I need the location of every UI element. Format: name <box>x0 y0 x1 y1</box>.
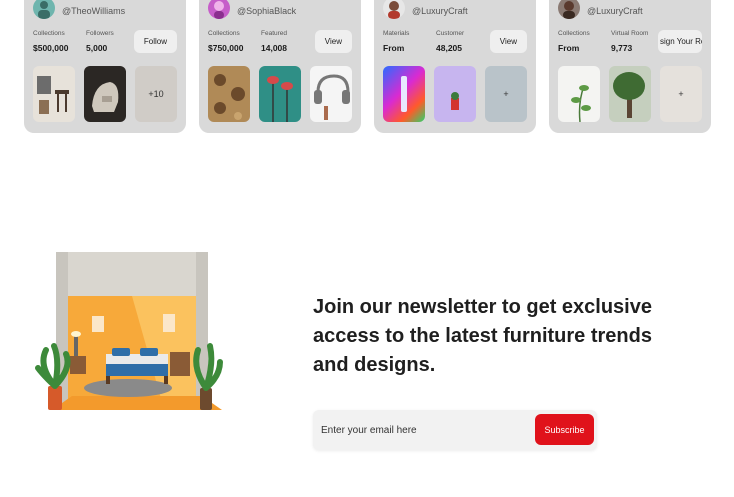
room-illustration <box>32 246 226 416</box>
view-button[interactable]: View <box>314 30 352 53</box>
stat-value: 48,205 <box>436 43 462 53</box>
avatar[interactable] <box>208 0 230 19</box>
follow-button[interactable]: Follow <box>133 30 177 53</box>
stat-label: Collections <box>33 30 65 37</box>
collection-thumbnail[interactable] <box>383 66 425 122</box>
more-count: + <box>678 89 684 99</box>
stat-label: Followers <box>86 30 114 37</box>
collection-thumbnail[interactable] <box>310 66 352 122</box>
newsletter-heading: Join our newsletter to get exclusive acc… <box>313 296 652 376</box>
collection-thumbnail[interactable] <box>609 66 651 122</box>
avatar[interactable] <box>558 0 580 19</box>
stat-value: 14,008 <box>261 43 287 53</box>
stat-value: $500,000 <box>33 43 69 53</box>
stat-label: Virtual Room <box>611 30 649 37</box>
collection-thumbnail[interactable] <box>84 66 126 122</box>
design-your-room-button[interactable]: sign Your Ro <box>658 30 702 53</box>
card-handle[interactable]: @LuxuryCraft <box>587 6 643 16</box>
stat-label: Collections <box>558 30 590 37</box>
designer-card[interactable]: @SophiaBlack Collections $750,000 Featur… <box>199 0 361 133</box>
card-handle[interactable]: @TheoWilliams <box>62 6 125 16</box>
stat-value: 9,773 <box>611 43 633 53</box>
stat-label: Collections <box>208 30 240 37</box>
more-thumbnails[interactable]: +10 <box>135 66 177 122</box>
stat-value: $750,000 <box>208 43 244 53</box>
stat-value: 5,000 <box>86 43 108 53</box>
newsletter-form: Subscribe <box>313 410 597 450</box>
stat-label: Featured <box>261 30 288 37</box>
avatar[interactable] <box>383 0 405 19</box>
view-button[interactable]: View <box>489 30 527 53</box>
more-thumbnails[interactable]: + <box>485 66 527 122</box>
designer-cards-row: @TheoWilliams Collections $500,000 Follo… <box>0 0 734 140</box>
collection-thumbnail[interactable] <box>208 66 250 122</box>
designer-card[interactable]: @LuxuryCraft Materials From Customer 48,… <box>374 0 536 133</box>
card-handle[interactable]: @SophiaBlack <box>237 6 296 16</box>
stat-label: Materials <box>383 30 410 37</box>
collection-thumbnail[interactable] <box>33 66 75 122</box>
card-handle[interactable]: @LuxuryCraft <box>412 6 468 16</box>
more-count: +10 <box>148 89 164 99</box>
more-thumbnails[interactable]: + <box>660 66 702 122</box>
avatar[interactable] <box>33 0 55 19</box>
collection-thumbnail[interactable] <box>259 66 301 122</box>
designer-card[interactable]: @LuxuryCraft Collections From Virtual Ro… <box>549 0 711 133</box>
email-input[interactable] <box>321 418 529 442</box>
collection-thumbnail[interactable] <box>558 66 600 122</box>
collection-thumbnail[interactable] <box>434 66 476 122</box>
stat-label: Customer <box>436 30 465 37</box>
stat-value: From <box>558 43 580 53</box>
designer-card[interactable]: @TheoWilliams Collections $500,000 Follo… <box>24 0 186 133</box>
subscribe-button[interactable]: Subscribe <box>535 414 594 445</box>
stat-value: From <box>383 43 405 53</box>
more-count: + <box>503 89 509 99</box>
